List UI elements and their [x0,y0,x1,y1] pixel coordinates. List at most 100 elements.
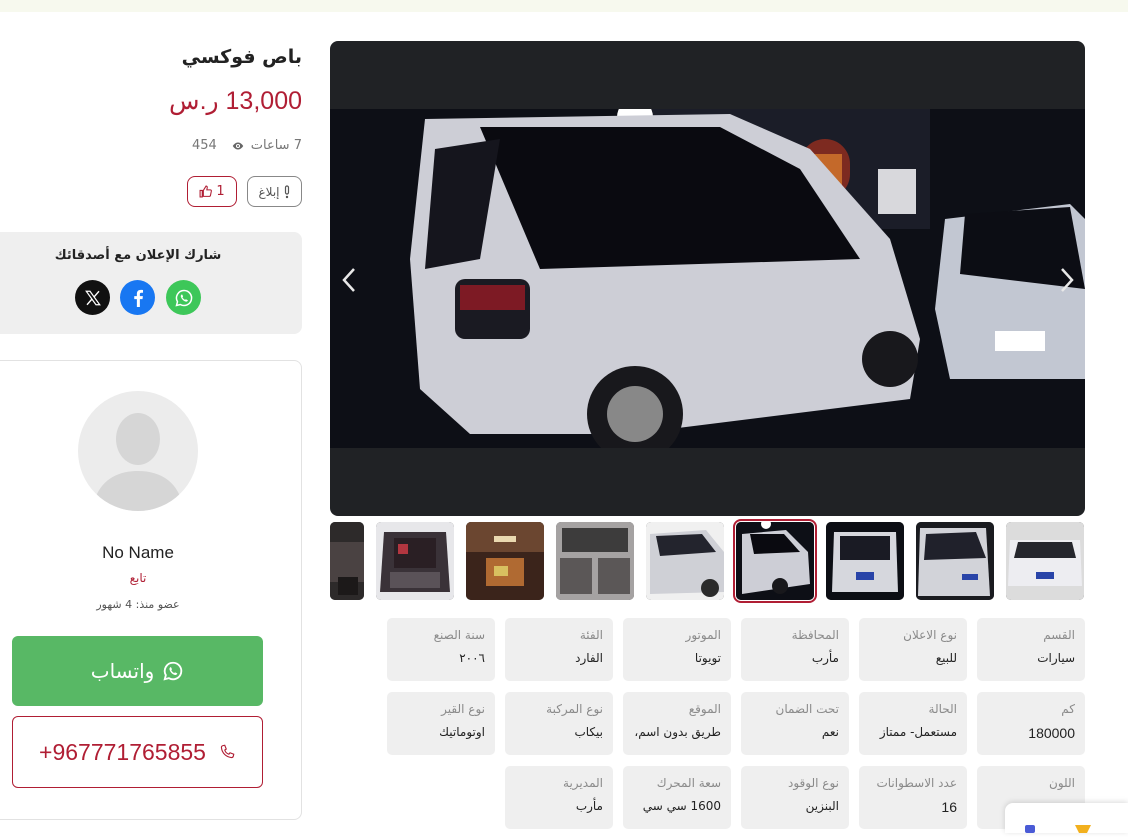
alert-icon [284,184,289,198]
thumbnail-3[interactable] [466,522,544,600]
thumbnail-9[interactable] [1006,522,1084,600]
spec-value: الفارد [575,651,603,665]
spec-label: المديرية [563,776,603,790]
spec-value: تويوتا [694,651,721,665]
thumbnail-image [916,522,994,600]
listing-price: 13,000 ر.س [169,87,302,115]
thumbnail-2[interactable] [376,522,454,600]
spec-value: 180000 [1028,725,1075,741]
floating-widget[interactable] [1005,803,1128,833]
spec-value: نعم [821,725,839,739]
eye-icon [232,142,244,149]
x-icon [84,290,101,305]
top-bar [0,0,1128,12]
share-whatsapp-button[interactable] [166,280,201,315]
thumbnail-7[interactable] [826,522,904,600]
thumbnail-6-active[interactable] [733,519,817,603]
user-silhouette-icon [92,413,184,511]
spec-value: بيكاب [574,725,603,739]
spec-value: سيارات [1037,651,1075,665]
spec-value: مأرب [575,799,603,813]
spec-label: كم [1061,702,1075,716]
spec-category: القسم سيارات [977,618,1085,681]
spec-condition: الحالة مستعمل- ممتاز [859,692,967,755]
spec-district: المديرية مأرب [505,766,613,829]
main-photo [330,109,1085,448]
spec-ad-type: نوع الاعلان للبيع [859,618,967,681]
thumbs-up-icon [199,185,213,198]
whatsapp-icon [163,661,183,681]
report-button[interactable]: إبلاغ [247,176,302,207]
spec-km: كم 180000 [977,692,1085,755]
spec-value: مأرب [811,651,839,665]
spec-label: نوع الوقود [788,776,839,790]
spec-value: 1600 سي سي [642,799,721,813]
previous-image-button[interactable] [337,263,361,297]
widget-icons [1025,825,1091,833]
spec-value: 16 [941,799,957,815]
spec-location: الموقع طريق بدون اسم، [623,692,731,755]
whatsapp-contact-button[interactable]: واتساب [12,636,263,706]
share-facebook-button[interactable] [120,280,155,315]
spec-label: عدد الاسطوانات [876,776,957,790]
like-button[interactable]: 1 [187,176,237,207]
phone-number: +967771765855 [39,738,206,765]
spec-year: سنة الصنع ٢٠٠٦ [387,618,495,681]
listing-title: باص فوكسي [181,46,302,68]
seller-role: تابع [129,571,147,585]
thumbnail-image [646,522,724,600]
spec-warranty: تحت الضمان نعم [741,692,849,755]
next-image-button[interactable] [1055,263,1079,297]
chevron-right-icon [1061,268,1074,292]
thumbnail-image [556,522,634,600]
spec-label: المحافظة [791,628,839,642]
phone-icon [220,744,235,759]
spec-value: للبيع [935,651,957,665]
spec-label: نوع المركبة [546,702,603,716]
spec-label: سعة المحرك [656,776,721,790]
spec-label: الموقع [688,702,721,716]
whatsapp-icon [174,289,192,307]
spec-label: الفئة [579,628,603,642]
thumbnail-image [376,522,454,600]
thumbnail-5[interactable] [646,522,724,600]
spec-fuel: نوع الوقود البنزين [741,766,849,829]
thumbnail-image [330,522,364,600]
spec-governorate: المحافظة مأرب [741,618,849,681]
spec-transmission: نوع القير اوتوماتيك [387,692,495,755]
spec-value: البنزين [805,799,839,813]
spec-label: القسم [1043,628,1075,642]
spec-label: سنة الصنع [433,628,485,642]
spec-label: نوع القير [441,702,485,716]
thumbnail-8[interactable] [916,522,994,600]
thumbnail-image [736,522,814,600]
listing-meta: 7 ساعات 454 [192,138,302,153]
spec-model: الفئة الفارد [505,618,613,681]
whatsapp-label: واتساب [90,659,155,683]
thumbnail-image [1006,522,1084,600]
spec-value: اوتوماتيك [439,725,485,739]
spec-label: الحالة [928,702,957,716]
call-phone-button[interactable]: +967771765855 [12,716,263,788]
spec-make: الموتور تويوتا [623,618,731,681]
thumbnail-4[interactable] [556,522,634,600]
spec-engine-size: سعة المحرك 1600 سي سي [623,766,731,829]
likes-count: 1 [216,184,225,199]
seller-name: No Name [102,543,174,562]
share-x-button[interactable] [75,280,110,315]
spec-vehicle-type: نوع المركبة بيكاب [505,692,613,755]
thumbnail-image [466,522,544,600]
thumbnail-1[interactable] [330,522,364,600]
spec-value: ٢٠٠٦ [459,651,485,665]
spec-label: اللون [1049,776,1075,790]
thumbnail-image [826,522,904,600]
report-label: إبلاغ [258,184,280,199]
spec-label: تحت الضمان [775,702,840,716]
facebook-icon [133,289,143,307]
chevron-left-icon [342,268,355,292]
main-image-viewer[interactable] [330,41,1085,516]
avatar [78,391,198,511]
views-count: 454 [191,138,217,153]
spec-label: نوع الاعلان [903,628,957,642]
spec-cylinders: عدد الاسطوانات 16 [859,766,967,829]
